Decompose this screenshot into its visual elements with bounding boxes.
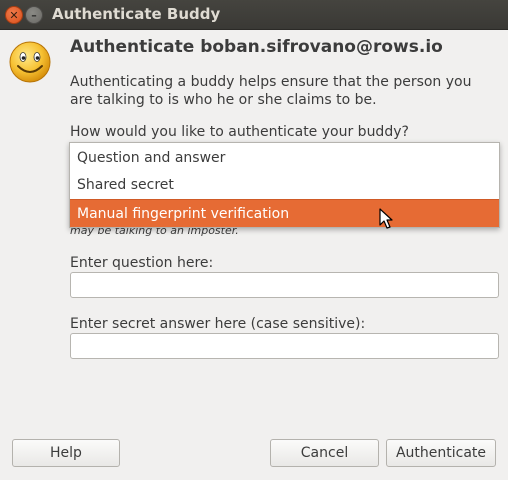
cancel-button[interactable]: Cancel (270, 439, 379, 467)
menu-item-manual-fingerprint[interactable]: Manual fingerprint verification (70, 199, 499, 227)
dialog-description: Authenticating a buddy helps ensure that… (70, 74, 472, 108)
answer-label: Enter secret answer here (case sensitive… (70, 316, 366, 332)
smiley-face-icon (9, 41, 51, 83)
menu-item-shared-secret[interactable]: Shared secret (70, 172, 499, 198)
close-icon[interactable]: ✕ (5, 6, 23, 24)
question-label: Enter question here: (70, 255, 214, 271)
window-title: Authenticate Buddy (52, 5, 221, 23)
help-button[interactable]: Help (12, 439, 120, 467)
dialog-heading: Authenticate boban.sifrovano@rows.io (70, 37, 443, 57)
minimize-icon[interactable]: – (25, 6, 43, 24)
mouse-pointer-icon (379, 208, 393, 229)
method-dropdown-menu: Question and answer Shared secret Manual… (69, 142, 500, 228)
method-question: How would you like to authenticate your … (70, 124, 409, 140)
menu-item-question-answer[interactable]: Question and answer (70, 145, 499, 171)
authenticate-button[interactable]: Authenticate (386, 439, 496, 467)
window-titlebar: ✕ – Authenticate Buddy (0, 0, 508, 30)
question-input[interactable] (70, 272, 499, 298)
answer-input[interactable] (70, 333, 499, 359)
